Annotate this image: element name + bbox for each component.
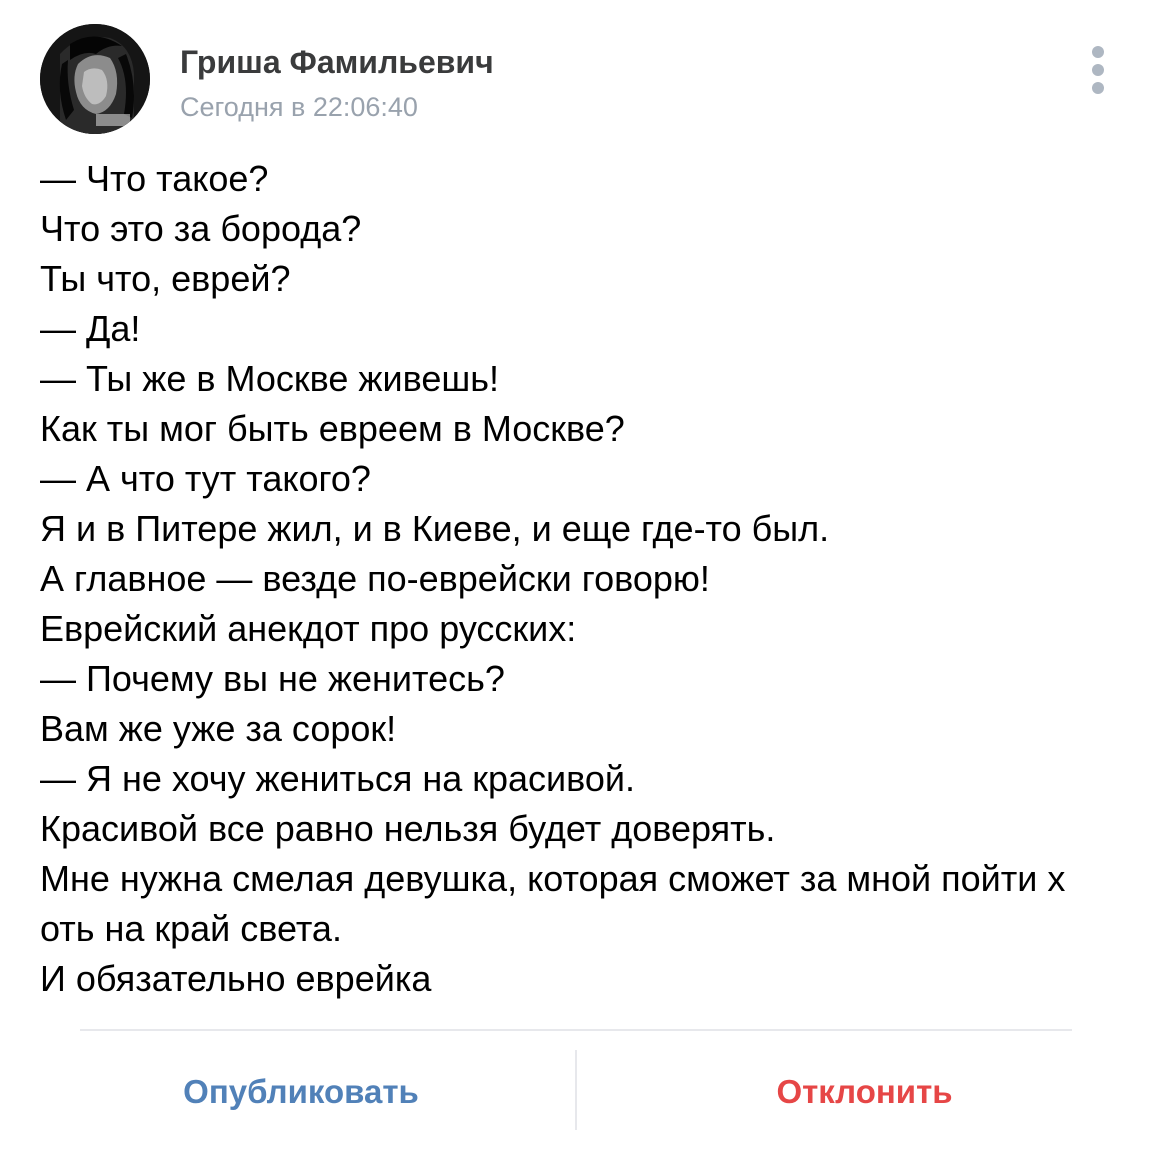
avatar[interactable]: [40, 24, 150, 134]
post-line: Мне нужна смелая девушка, которая сможет…: [40, 858, 1066, 899]
menu-dot: [1092, 46, 1104, 58]
more-vertical-icon[interactable]: [1084, 44, 1112, 100]
post-line: Красивой все равно нельзя будет доверять…: [40, 808, 776, 849]
post-line: Еврейский анекдот про русских:: [40, 608, 577, 649]
post-text: — Что такое? Что это за борода? Ты что, …: [40, 154, 1130, 1004]
menu-dot: [1092, 64, 1104, 76]
post-line: — Ты же в Москве живешь!: [40, 358, 499, 399]
avatar-image: [40, 24, 150, 134]
post-line: Как ты мог быть евреем в Москве?: [40, 408, 625, 449]
post-line: Ты что, еврей?: [40, 258, 291, 299]
actions-divider: [80, 1029, 1072, 1031]
post-line: И обязательно еврейка: [40, 958, 432, 999]
post-line: — А что тут такого?: [40, 458, 371, 499]
post-line: — Почему вы не женитесь?: [40, 658, 505, 699]
menu-dot: [1092, 82, 1104, 94]
reject-button[interactable]: Отклонить: [577, 1060, 1152, 1124]
post-line: А главное — везде по-еврейски говорю!: [40, 558, 710, 599]
post-line: Я и в Питере жил, и в Киеве, и еще где-т…: [40, 508, 830, 549]
post-timestamp[interactable]: Сегодня в 22:06:40: [180, 90, 418, 124]
post-line: — Я не хочу жениться на красивой.: [40, 758, 635, 799]
post-line: — Да!: [40, 308, 141, 349]
author-name[interactable]: Гриша Фамильевич: [180, 42, 494, 82]
post-line: Что это за борода?: [40, 208, 362, 249]
publish-button[interactable]: Опубликовать: [26, 1060, 576, 1124]
post-line: — Что такое?: [40, 158, 269, 199]
post-line: оть на край света.: [40, 908, 342, 949]
post-line: Вам же уже за сорок!: [40, 708, 397, 749]
